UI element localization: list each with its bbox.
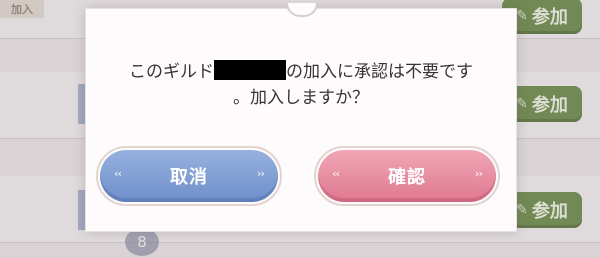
dialog-ornament [286, 3, 318, 17]
double-chevron-icon: ‹‹ [114, 167, 122, 180]
confirm-button[interactable]: ‹‹ 確認 ›› [314, 146, 500, 206]
double-chevron-icon: ‹‹ [332, 167, 340, 180]
confirm-button-label: 確認 [388, 167, 426, 188]
double-chevron-icon: ›› [474, 167, 483, 180]
double-chevron-icon: ›› [256, 167, 265, 180]
redacted-guild-name [214, 60, 286, 80]
message-text-line2: 。加入しますか？ [233, 88, 369, 108]
dialog-message: このギルド の加入に承認は不要です 。加入しますか？ [86, 59, 516, 111]
message-text-before: このギルド [129, 62, 214, 82]
message-text-after: の加入に承認は不要です [286, 62, 473, 82]
cancel-button-label: 取消 [170, 167, 208, 188]
cancel-button[interactable]: ‹‹ 取消 ›› [96, 146, 282, 206]
